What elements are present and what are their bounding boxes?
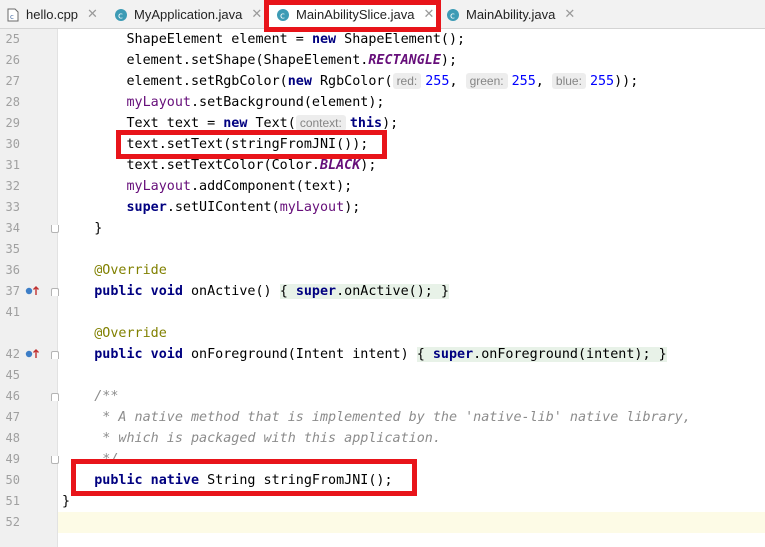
code-line-33: super.setUIContent(myLayout); bbox=[126, 200, 361, 215]
line-number: 36 bbox=[5, 263, 20, 277]
line-number: 33 bbox=[5, 200, 20, 214]
parameter-hint: context: bbox=[295, 115, 346, 131]
fold-marker-icon[interactable] bbox=[51, 456, 59, 464]
java-class-icon: c bbox=[446, 8, 460, 22]
code-line-32: myLayout.addComponent(text); bbox=[126, 179, 353, 194]
fold-marker-icon[interactable] bbox=[51, 225, 59, 233]
line-number: 31 bbox=[5, 158, 20, 172]
close-icon[interactable]: ✕ bbox=[87, 7, 98, 22]
code-line-26: element.setShape(ShapeElement.RECTANGLE)… bbox=[126, 53, 458, 68]
tab-label: MyApplication.java bbox=[134, 7, 243, 22]
code-line-27: element.setRgbColor(new RgbColor(red: 255… bbox=[126, 73, 639, 89]
line-number: 37 bbox=[5, 284, 20, 298]
current-line-highlight bbox=[58, 512, 765, 533]
line-number: 52 bbox=[5, 515, 20, 529]
svg-text:c: c bbox=[10, 13, 14, 21]
highlight-box-native-method bbox=[71, 459, 417, 496]
parameter-hint: red: bbox=[392, 73, 422, 89]
svg-text:c: c bbox=[450, 11, 455, 21]
line-number: 45 bbox=[5, 368, 20, 382]
highlight-box-settext-line bbox=[116, 130, 387, 159]
tab-myapplication-java[interactable]: c MyApplication.java ✕ bbox=[114, 0, 262, 29]
line-number: 34 bbox=[5, 221, 20, 235]
tab-hello-cpp[interactable]: c hello.cpp ✕ bbox=[6, 0, 104, 29]
line-number: 28 bbox=[5, 95, 20, 109]
code-line-42: public void onForeground(Intent intent) … bbox=[94, 347, 667, 362]
highlight-box-active-tab bbox=[264, 0, 441, 32]
line-number: 29 bbox=[5, 116, 20, 130]
line-number: 47 bbox=[5, 410, 20, 424]
line-number: 51 bbox=[5, 494, 20, 508]
fold-marker-icon[interactable] bbox=[51, 351, 59, 359]
line-number: 41 bbox=[5, 305, 20, 319]
code-line-37: public void onActive() { super.onActive(… bbox=[94, 284, 449, 299]
line-number: 25 bbox=[5, 32, 20, 46]
close-icon[interactable]: ✕ bbox=[564, 7, 575, 22]
override-method-icon[interactable] bbox=[25, 348, 41, 360]
line-number: 42 bbox=[5, 347, 20, 361]
line-number: 50 bbox=[5, 473, 20, 487]
parameter-hint: green: bbox=[465, 73, 508, 89]
line-number: 32 bbox=[5, 179, 20, 193]
code-line-28: myLayout.setBackground(element); bbox=[126, 95, 385, 110]
line-number: 26 bbox=[5, 53, 20, 67]
java-class-icon: c bbox=[114, 8, 128, 22]
cpp-file-icon: c bbox=[6, 8, 20, 22]
line-number: 27 bbox=[5, 74, 20, 88]
code-line-34: } bbox=[94, 221, 103, 236]
parameter-hint: blue: bbox=[551, 73, 586, 89]
code-line-36: @Override bbox=[94, 263, 167, 278]
close-icon[interactable]: ✕ bbox=[251, 7, 262, 22]
tab-label: hello.cpp bbox=[26, 7, 79, 22]
line-number: 49 bbox=[5, 452, 20, 466]
line-number: 35 bbox=[5, 242, 20, 256]
svg-text:c: c bbox=[118, 11, 123, 21]
code-line-47: * A native method that is implemented by… bbox=[94, 410, 691, 425]
line-number: 46 bbox=[5, 389, 20, 403]
code-line-25: ShapeElement element = new ShapeElement(… bbox=[126, 32, 466, 47]
tab-mainability-java[interactable]: c MainAbility.java ✕ bbox=[446, 0, 576, 29]
line-number: 48 bbox=[5, 431, 20, 445]
override-method-icon[interactable] bbox=[25, 285, 41, 297]
fold-marker-icon[interactable] bbox=[51, 393, 59, 401]
tab-label: MainAbility.java bbox=[466, 7, 556, 22]
line-number: 30 bbox=[5, 137, 20, 151]
code-line-48: * which is packaged with this applicatio… bbox=[94, 431, 441, 446]
code-line-51: } bbox=[62, 494, 71, 509]
code-line-46: /** bbox=[94, 389, 119, 404]
fold-marker-icon[interactable] bbox=[51, 288, 59, 296]
code-line-41: @Override bbox=[94, 326, 167, 341]
